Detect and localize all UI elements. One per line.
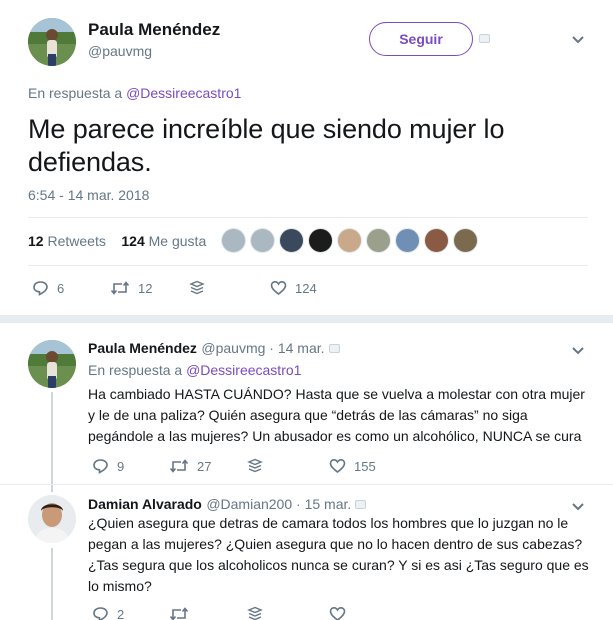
reply-author-handle[interactable]: @Damian200 · 15 mar. <box>206 496 351 512</box>
like-button[interactable]: 155 <box>329 458 376 474</box>
retweet-button[interactable]: 27 <box>169 458 211 474</box>
liker-avatar[interactable] <box>366 228 391 253</box>
reply-author-name[interactable]: Damian Alvarado <box>88 496 202 512</box>
like-icon <box>270 280 287 296</box>
reply-button[interactable]: 6 <box>32 280 64 296</box>
reply-icon <box>33 281 48 296</box>
likes-stat[interactable]: 124 Me gusta <box>121 233 206 249</box>
retweet-count: 27 <box>197 458 212 474</box>
reply-count: 6 <box>57 280 65 296</box>
retweet-count: 12 <box>138 280 153 296</box>
flag-icon[interactable] <box>479 34 490 43</box>
liker-avatar[interactable] <box>279 228 304 253</box>
divider <box>28 217 588 218</box>
reply-author-avatar[interactable] <box>28 340 76 388</box>
chevron-down-icon[interactable] <box>571 343 585 361</box>
flag-icon[interactable] <box>329 344 340 353</box>
liker-avatar[interactable] <box>337 228 362 253</box>
tweet-stats: 12 Retweets 124 Me gusta <box>28 233 206 249</box>
divider <box>0 484 613 485</box>
reply-author-avatar[interactable] <box>28 495 76 543</box>
author-name[interactable]: Paula Menéndez <box>88 20 220 40</box>
follow-button[interactable]: Seguir <box>369 22 473 56</box>
reply-context: En respuesta a @Dessireecastro1 <box>28 85 241 101</box>
reply-icon <box>93 459 108 474</box>
reply-prefix: En respuesta a <box>88 362 183 378</box>
like-button[interactable]: 124 <box>270 280 317 296</box>
like-icon <box>329 458 346 474</box>
reply-text: Ha cambiado HASTA CUÁNDO? Hasta que se v… <box>88 386 585 444</box>
reply-button[interactable]: 9 <box>92 458 124 474</box>
reply-prefix: En respuesta a <box>28 85 123 101</box>
direct-message-icon <box>189 280 205 295</box>
liker-avatar[interactable] <box>395 228 420 253</box>
liker-avatar[interactable] <box>250 228 275 253</box>
direct-message-button[interactable] <box>247 458 263 474</box>
section-separator <box>0 315 613 323</box>
reply-context: En respuesta a @Dessireecastro1 <box>88 362 301 378</box>
thread-line <box>51 548 53 620</box>
liker-avatar[interactable] <box>221 228 246 253</box>
chevron-down-icon[interactable] <box>571 32 585 50</box>
flag-icon[interactable] <box>355 500 366 509</box>
author-handle[interactable]: @pauvmg <box>88 43 152 59</box>
retweet-icon <box>169 607 189 620</box>
liker-avatar[interactable] <box>453 228 478 253</box>
likes-count: 124 <box>121 233 145 249</box>
reply-button[interactable]: 2 <box>92 606 124 620</box>
retweets-count: 12 <box>28 233 44 249</box>
reply-mention-link[interactable]: @Dessireecastro1 <box>126 85 241 101</box>
direct-message-icon <box>247 606 263 620</box>
tweet-text: Me parece increíble que siendo mujer lo … <box>28 114 505 177</box>
like-icon <box>329 606 346 620</box>
divider <box>28 265 588 266</box>
like-count: 155 <box>354 458 376 474</box>
retweets-label: Retweets <box>47 233 106 249</box>
likes-label: Me gusta <box>148 233 207 249</box>
author-avatar[interactable] <box>28 18 76 66</box>
retweet-icon <box>169 459 189 473</box>
reply-count: 9 <box>117 458 125 474</box>
liker-avatar[interactable] <box>308 228 333 253</box>
reply-header: Damian Alvarado @Damian200 · 15 mar. <box>88 496 351 514</box>
reply-author-handle[interactable]: @pauvmg · 14 mar. <box>201 340 324 356</box>
like-button[interactable] <box>329 606 346 620</box>
likers-avatars <box>221 228 482 253</box>
tweet-timestamp[interactable]: 6:54 - 14 mar. 2018 <box>28 187 149 203</box>
reply-count: 2 <box>117 606 125 620</box>
direct-message-button[interactable] <box>189 280 205 296</box>
reply-icon <box>93 607 108 620</box>
thread-line <box>51 392 53 492</box>
retweet-button[interactable]: 12 <box>110 280 152 296</box>
direct-message-button[interactable] <box>247 606 263 620</box>
like-count: 124 <box>295 280 317 296</box>
reply-mention-link[interactable]: @Dessireecastro1 <box>186 362 301 378</box>
reply-text: ¿Quien asegura que detras de camara todo… <box>88 515 589 594</box>
retweet-icon <box>110 281 130 295</box>
reply-author-name[interactable]: Paula Menéndez <box>88 340 197 356</box>
direct-message-icon <box>247 458 263 473</box>
reply-header: Paula Menéndez @pauvmg · 14 mar. <box>88 340 325 358</box>
retweets-stat[interactable]: 12 Retweets <box>28 233 106 249</box>
retweet-button[interactable] <box>169 606 189 620</box>
liker-avatar[interactable] <box>424 228 449 253</box>
